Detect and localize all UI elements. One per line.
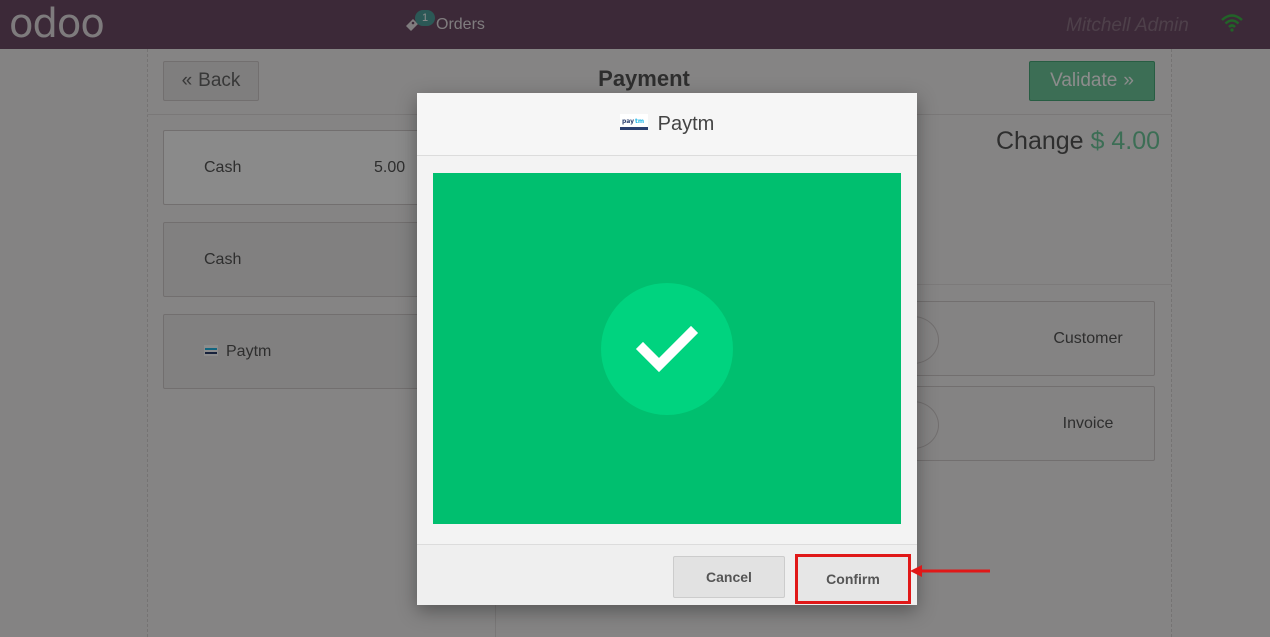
- cancel-button[interactable]: Cancel: [673, 556, 785, 598]
- paytm-modal: pay tm Paytm Cancel Confirm: [417, 93, 917, 605]
- svg-text:pay: pay: [622, 118, 634, 125]
- paytm-logo-icon: pay tm: [619, 113, 648, 136]
- arrow-left-icon: [910, 563, 992, 579]
- modal-header: pay tm Paytm: [417, 93, 917, 156]
- payment-success-panel: [433, 173, 901, 524]
- modal-title: Paytm: [657, 112, 715, 135]
- success-check-icon: [601, 283, 733, 415]
- svg-text:tm: tm: [635, 118, 644, 125]
- confirm-button[interactable]: Confirm: [795, 554, 911, 604]
- modal-footer: Cancel Confirm: [417, 544, 917, 605]
